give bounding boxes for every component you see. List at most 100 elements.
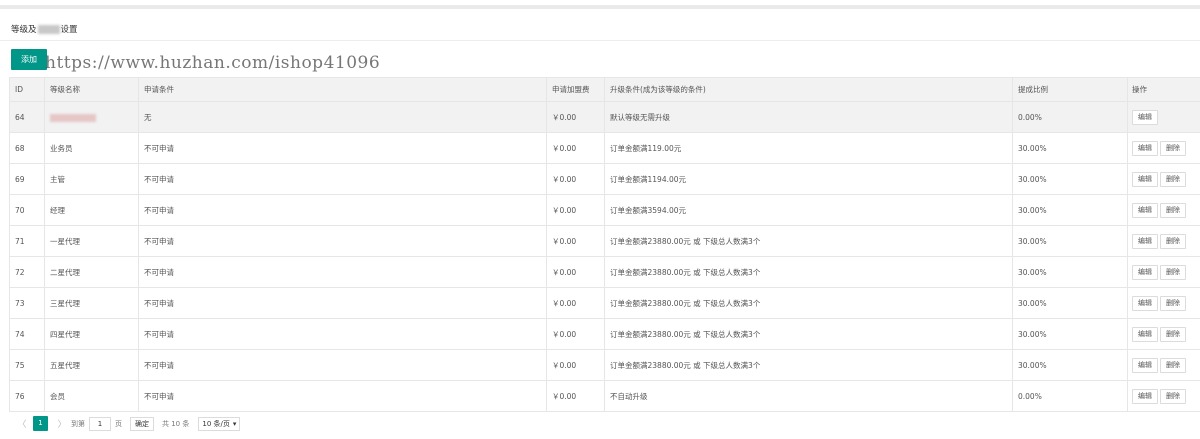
cell-rate: 30.00% [1012, 194, 1128, 226]
cell-fee: ￥0.00 [546, 163, 605, 195]
table-row: 75 五星代理 不可申请 ￥0.00 订单金额满23880.00元 或 下级总人数满3个… [9, 349, 1200, 381]
redacted-text [37, 25, 60, 34]
delete-button[interactable]: 删除 [1160, 202, 1186, 218]
table-row: 74 四星代理 不可申请 ￥0.00 订单金额满23880.00元 或 下级总人数满3个… [9, 318, 1200, 350]
cell-name: 四星代理 [44, 318, 139, 350]
cell-actions: 编辑 [1127, 101, 1200, 133]
cell-name: 三星代理 [44, 287, 139, 319]
prev-page-icon[interactable]: 〈 [17, 417, 27, 430]
edit-button[interactable]: 编辑 [1132, 171, 1158, 187]
cell-fee: ￥0.00 [546, 380, 605, 412]
col-header-id[interactable]: ID [9, 77, 45, 102]
level-table: ID 等级名称 申请条件 申请加盟费 升级条件(成为该等级的条件) 提成比例 操… [9, 77, 1200, 412]
delete-button[interactable]: 删除 [1160, 388, 1186, 404]
cell-id: 73 [9, 287, 45, 319]
col-header-name[interactable]: 等级名称 [44, 77, 139, 102]
goto-label: 到第 [71, 419, 85, 428]
confirm-jump-button[interactable]: 确定 [130, 416, 154, 431]
cell-actions: 编辑 删除 [1127, 194, 1200, 226]
cell-condition: 订单金额满119.00元 [604, 132, 1013, 164]
cell-fee: ￥0.00 [546, 225, 605, 257]
cell-name: 业务员 [44, 132, 139, 164]
table-row: 73 三星代理 不可申请 ￥0.00 订单金额满23880.00元 或 下级总人数满3个… [9, 287, 1200, 319]
col-header-fee[interactable]: 申请加盟费 [546, 77, 605, 102]
watermark-text: https://www.huzhan.com/ishop41096 [45, 53, 381, 73]
edit-button[interactable]: 编辑 [1132, 388, 1158, 404]
edit-button[interactable]: 编辑 [1132, 264, 1158, 280]
col-header-condition[interactable]: 升级条件(成为该等级的条件) [604, 77, 1013, 102]
cell-condition: 默认等级无需升级 [604, 101, 1013, 133]
delete-button[interactable]: 删除 [1160, 357, 1186, 373]
chevron-down-icon: ▾ [232, 419, 237, 428]
cell-id: 74 [9, 318, 45, 350]
level-name: 经理 [50, 205, 65, 215]
level-name: 一星代理 [50, 236, 80, 246]
delete-button[interactable]: 删除 [1160, 264, 1186, 280]
table-header-row: ID 等级名称 申请条件 申请加盟费 升级条件(成为该等级的条件) 提成比例 操… [9, 77, 1200, 102]
cell-id: 68 [9, 132, 45, 164]
cell-rate: 0.00% [1012, 101, 1128, 133]
table-row: 70 经理 不可申请 ￥0.00 订单金额满3594.00元 30.00% 编辑 删除 [9, 194, 1200, 226]
delete-button[interactable]: 删除 [1160, 140, 1186, 156]
cell-actions: 编辑 删除 [1127, 132, 1200, 164]
col-header-apply[interactable]: 申请条件 [138, 77, 547, 102]
cell-fee: ￥0.00 [546, 318, 605, 350]
cell-apply: 不可申请 [138, 256, 547, 288]
edit-button[interactable]: 编辑 [1132, 233, 1158, 249]
cell-rate: 30.00% [1012, 287, 1128, 319]
cell-name: 经理 [44, 194, 139, 226]
page-1-button[interactable]: 1 [33, 416, 48, 431]
cell-id: 76 [9, 380, 45, 412]
next-page-icon[interactable]: 〉 [57, 417, 67, 430]
table-row: 71 一星代理 不可申请 ￥0.00 订单金额满23880.00元 或 下级总人数满3个… [9, 225, 1200, 257]
cell-condition: 订单金额满23880.00元 或 下级总人数满3个 [604, 318, 1013, 350]
cell-id: 70 [9, 194, 45, 226]
delete-button[interactable]: 删除 [1160, 171, 1186, 187]
cell-condition: 不自动升级 [604, 380, 1013, 412]
cell-fee: ￥0.00 [546, 194, 605, 226]
redacted-name [50, 113, 96, 122]
page-size-select[interactable]: 10 条/页 ▾ [198, 416, 241, 431]
table-row: 72 二星代理 不可申请 ￥0.00 订单金额满23880.00元 或 下级总人数满3个… [9, 256, 1200, 288]
edit-button[interactable]: 编辑 [1132, 326, 1158, 342]
cell-actions: 编辑 删除 [1127, 380, 1200, 412]
cell-apply: 不可申请 [138, 287, 547, 319]
level-name: 二星代理 [50, 267, 80, 277]
cell-id: 75 [9, 349, 45, 381]
level-name: 五星代理 [50, 360, 80, 370]
edit-button[interactable]: 编辑 [1132, 140, 1158, 156]
cell-name: 二星代理 [44, 256, 139, 288]
cell-fee: ￥0.00 [546, 287, 605, 319]
delete-button[interactable]: 删除 [1160, 295, 1186, 311]
edit-button[interactable]: 编辑 [1132, 109, 1158, 125]
edit-button[interactable]: 编辑 [1132, 357, 1158, 373]
cell-apply: 不可申请 [138, 194, 547, 226]
table-row: 68 业务员 不可申请 ￥0.00 订单金额满119.00元 30.00% 编辑 删除 [9, 132, 1200, 164]
total-count: 共 10 条 [162, 419, 190, 428]
cell-name [44, 101, 139, 133]
pagination: 〈 1 〉 到第 1 页 确定 共 10 条 10 条/页 ▾ [17, 416, 241, 431]
level-name: 三星代理 [50, 298, 80, 308]
page-title: 等级及 设置 [11, 25, 78, 35]
cell-name: 会员 [44, 380, 139, 412]
cell-apply: 不可申请 [138, 349, 547, 381]
level-name: 四星代理 [50, 329, 80, 339]
page-unit-label: 页 [115, 419, 122, 428]
col-header-rate[interactable]: 提成比例 [1012, 77, 1128, 102]
cell-fee: ￥0.00 [546, 349, 605, 381]
delete-button[interactable]: 删除 [1160, 326, 1186, 342]
cell-actions: 编辑 删除 [1127, 349, 1200, 381]
page-jump-input[interactable]: 1 [89, 416, 111, 431]
delete-button[interactable]: 删除 [1160, 233, 1186, 249]
edit-button[interactable]: 编辑 [1132, 295, 1158, 311]
cell-apply: 不可申请 [138, 132, 547, 164]
add-button[interactable]: 添加 [11, 49, 47, 70]
edit-button[interactable]: 编辑 [1132, 202, 1158, 218]
cell-fee: ￥0.00 [546, 256, 605, 288]
cell-apply: 不可申请 [138, 225, 547, 257]
cell-rate: 30.00% [1012, 225, 1128, 257]
top-bar [0, 5, 1200, 9]
cell-rate: 30.00% [1012, 132, 1128, 164]
cell-condition: 订单金额满23880.00元 或 下级总人数满3个 [604, 349, 1013, 381]
cell-id: 64 [9, 101, 45, 133]
